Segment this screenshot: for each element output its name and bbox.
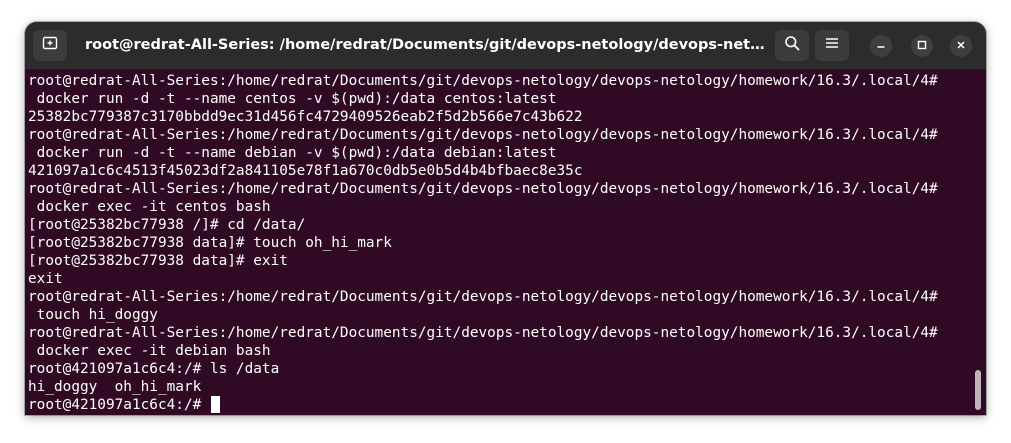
terminal-line: root@redrat-All-Series:/home/redrat/Docu… [28,73,938,89]
terminal-line: docker run -d -t --name debian -v $(pwd)… [28,145,557,161]
terminal-line: docker exec -it debian bash [28,343,271,359]
close-icon [956,37,966,55]
terminal-line: 25382bc779387c3170bbdd9ec31d456fc4729409… [28,109,583,125]
terminal-line: hi_doggy oh_hi_mark [28,379,202,395]
menu-button[interactable] [815,30,849,61]
search-icon [784,35,800,56]
text-cursor [210,396,220,413]
terminal-line: [root@25382bc77938 data]# exit [28,253,288,269]
terminal-line: root@redrat-All-Series:/home/redrat/Docu… [28,289,938,305]
maximize-icon [917,37,927,55]
terminal-line: root@421097a1c6c4:/# ls /data [28,361,280,377]
terminal-line: root@redrat-All-Series:/home/redrat/Docu… [28,127,938,143]
terminal-prompt: root@421097a1c6c4:/# [28,397,210,413]
terminal-line: touch hi_doggy [28,307,158,323]
terminal-output[interactable]: root@redrat-All-Series:/home/redrat/Docu… [25,70,986,415]
new-tab-button[interactable] [33,30,67,61]
terminal-line: exit [28,271,63,287]
terminal-window: root@redrat-All-Series: /home/redrat/Doc… [25,22,986,415]
terminal-line: [root@25382bc77938 data]# touch oh_hi_ma… [28,235,392,251]
maximize-button[interactable] [911,35,933,57]
terminal-line: root@redrat-All-Series:/home/redrat/Docu… [28,325,938,341]
terminal-prompt-line[interactable]: root@421097a1c6c4:/# [28,396,220,414]
hamburger-menu-icon [825,36,839,55]
terminal-line: [root@25382bc77938 /]# cd /data/ [28,217,306,233]
new-tab-icon [42,35,58,56]
minimize-icon [876,37,886,55]
terminal-line: docker exec -it centos bash [28,199,271,215]
terminal-line: 421097a1c6c4513f45023df2a841105e78f1a670… [28,163,583,179]
scrollbar-thumb[interactable] [975,370,981,410]
title-bar[interactable]: root@redrat-All-Series: /home/redrat/Doc… [25,22,986,70]
window-title: root@redrat-All-Series: /home/redrat/Doc… [85,37,765,53]
close-button[interactable] [950,35,972,57]
search-button[interactable] [775,30,809,61]
terminal-line: docker run -d -t --name centos -v $(pwd)… [28,91,557,107]
minimize-button[interactable] [870,35,892,57]
terminal-line: root@redrat-All-Series:/home/redrat/Docu… [28,181,938,197]
